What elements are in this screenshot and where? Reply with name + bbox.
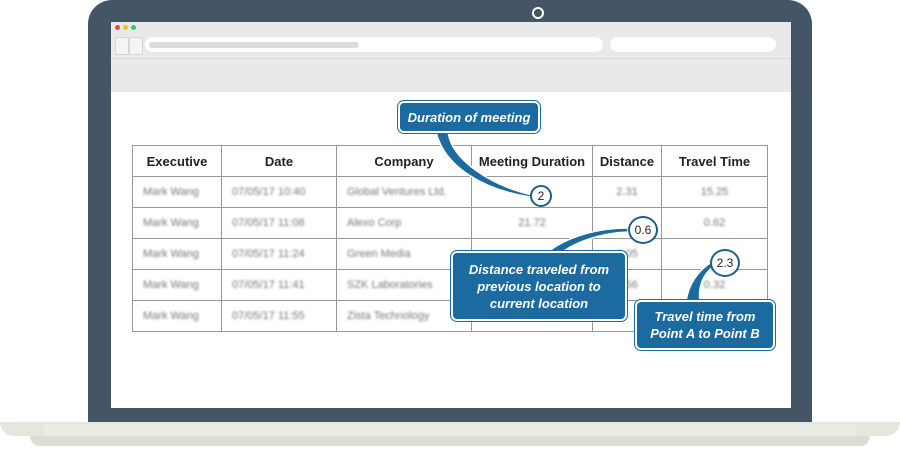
cell-meeting-duration: 21.72: [471, 207, 593, 239]
cell-date: 07/05/17 11:55: [221, 300, 337, 332]
cell-distance: 2.31: [592, 176, 662, 208]
cell-travel-time: 0.62: [661, 207, 768, 239]
table-row[interactable]: Mark Wang 07/05/17 11:08 Alexo Corp 21.7…: [132, 207, 768, 239]
address-text-placeholder: [149, 42, 359, 48]
laptop-base-top: [44, 424, 856, 436]
table-row[interactable]: Mark Wang 07/05/17 11:41 SZK Laboratorie…: [132, 269, 768, 301]
meeting-duration-callout: Duration of meeting: [398, 101, 540, 133]
table-row[interactable]: Mark Wang 07/05/17 11:24 Green Media 1.0…: [132, 238, 768, 270]
distance-callout: Distance traveled from previous location…: [451, 251, 627, 321]
browser-toolbar: [111, 22, 791, 92]
camera-icon: [532, 7, 544, 19]
header-executive[interactable]: Executive: [132, 145, 222, 177]
back-button[interactable]: [115, 37, 129, 55]
table-header-row: Executive Date Company Meeting Duration …: [132, 145, 768, 177]
minimize-dot-icon[interactable]: [123, 25, 128, 30]
distance-marker: 0.6: [628, 216, 658, 244]
table-row[interactable]: Mark Wang 07/05/17 10:40 Global Ventures…: [132, 176, 768, 208]
cell-date: 07/05/17 10:40: [221, 176, 337, 208]
cell-company: Alexo Corp: [336, 207, 472, 239]
header-date[interactable]: Date: [221, 145, 337, 177]
cell-executive: Mark Wang: [132, 207, 222, 239]
cell-executive: Mark Wang: [132, 238, 222, 270]
cell-company: Global Ventures Ltd.: [336, 176, 472, 208]
close-dot-icon[interactable]: [115, 25, 120, 30]
toolbar-divider: [111, 58, 791, 59]
cell-travel-time: 0.32: [661, 269, 768, 301]
maximize-dot-icon[interactable]: [131, 25, 136, 30]
travel-time-callout: Travel time from Point A to Point B: [635, 300, 775, 350]
search-input[interactable]: [610, 37, 776, 52]
cell-date: 07/05/17 11:24: [221, 238, 337, 270]
forward-button[interactable]: [129, 37, 143, 55]
laptop-base-shadow: [30, 436, 870, 446]
cell-executive: Mark Wang: [132, 269, 222, 301]
cell-executive: Mark Wang: [132, 300, 222, 332]
cell-date: 07/05/17 11:41: [221, 269, 337, 301]
cell-travel-time: 15.25: [661, 176, 768, 208]
cell-executive: Mark Wang: [132, 176, 222, 208]
header-distance[interactable]: Distance: [592, 145, 662, 177]
header-company[interactable]: Company: [336, 145, 472, 177]
address-bar[interactable]: [145, 37, 603, 52]
travel-time-marker: 2.3: [710, 249, 740, 277]
header-travel-time[interactable]: Travel Time: [661, 145, 768, 177]
meeting-duration-marker: 2: [530, 185, 552, 207]
cell-date: 07/05/17 11:08: [221, 207, 337, 239]
header-meeting-duration[interactable]: Meeting Duration: [471, 145, 593, 177]
window-controls: [115, 25, 136, 30]
